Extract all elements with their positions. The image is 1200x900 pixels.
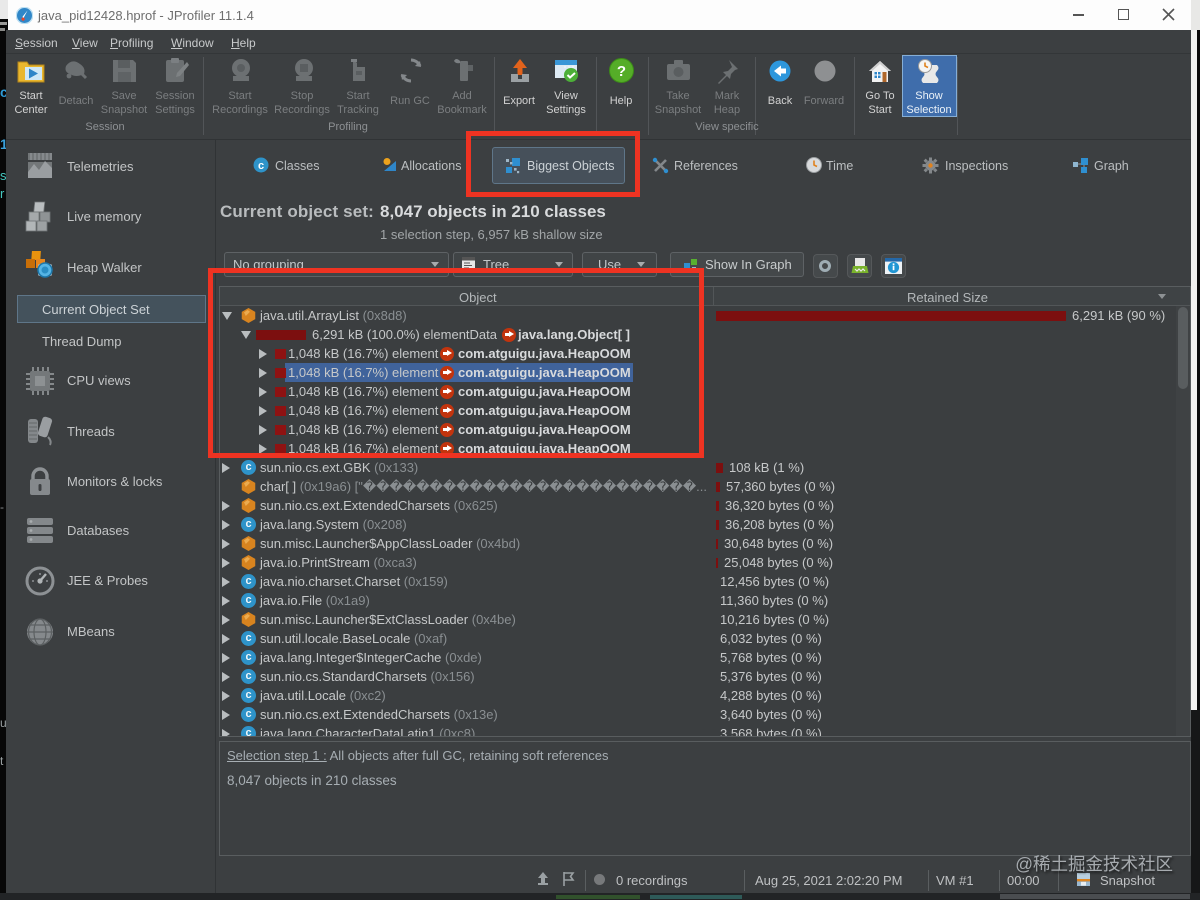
svg-text:?: ?	[617, 63, 626, 80]
svg-text:c: c	[258, 160, 264, 172]
